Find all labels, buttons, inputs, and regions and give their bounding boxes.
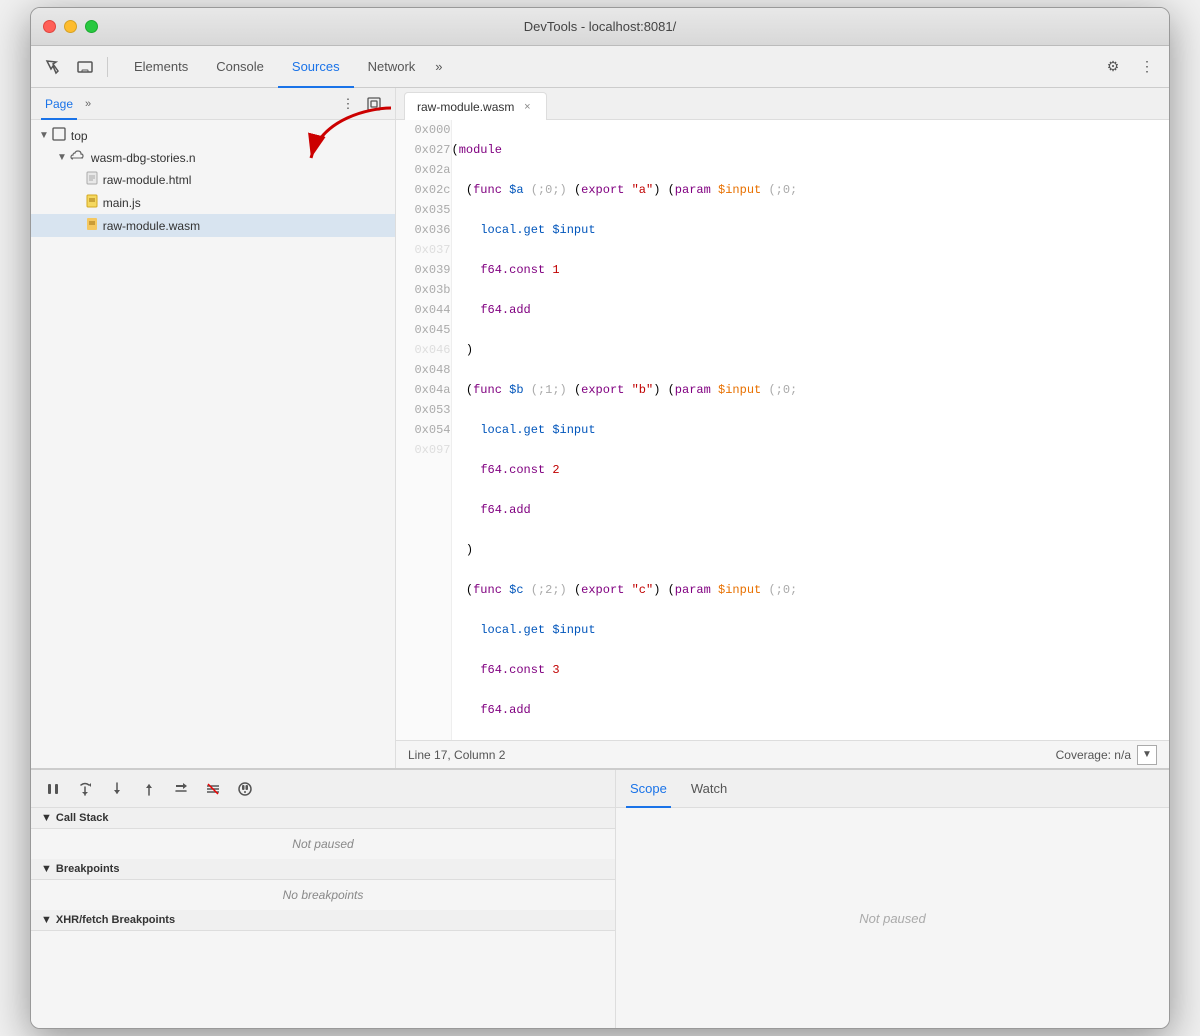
- step-out-button[interactable]: [137, 777, 161, 801]
- editor-tabs: raw-module.wasm ×: [396, 88, 1169, 120]
- debug-toolbar: [31, 770, 615, 808]
- window-title: DevTools - localhost:8081/: [524, 19, 676, 34]
- call-stack-label: Call Stack: [56, 812, 109, 824]
- titlebar: DevTools - localhost:8081/: [31, 8, 1169, 46]
- minimize-button[interactable]: [64, 20, 77, 33]
- main-tabs: Elements Console Sources Network »: [120, 46, 449, 87]
- xhr-breakpoints-header[interactable]: ▼ XHR/fetch Breakpoints: [31, 910, 615, 931]
- coverage-dropdown-button[interactable]: ▼: [1137, 745, 1157, 765]
- pause-on-exceptions-button[interactable]: [233, 777, 257, 801]
- maximize-button[interactable]: [85, 20, 98, 33]
- sidebar: Page » ⋮: [31, 88, 396, 768]
- tree-item-top[interactable]: ▼ top: [31, 124, 395, 147]
- cursor-position: Line 17, Column 2: [408, 748, 505, 762]
- step-into-button[interactable]: [105, 777, 129, 801]
- tab-sources[interactable]: Sources: [278, 47, 354, 88]
- scope-status: Not paused: [859, 911, 926, 926]
- tree-label-raw-html: raw-module.html: [103, 173, 192, 187]
- right-tabs: Scope Watch: [616, 770, 1169, 808]
- inspect-element-button[interactable]: [39, 53, 67, 81]
- coverage-area: Coverage: n/a ▼: [1056, 745, 1157, 765]
- tree-item-raw-html[interactable]: ▶ raw-module.html: [31, 168, 395, 191]
- call-stack-header[interactable]: ▼ Call Stack: [31, 808, 615, 829]
- xhr-breakpoints-label: XHR/fetch Breakpoints: [56, 914, 175, 926]
- step-button[interactable]: [169, 777, 193, 801]
- tab-console[interactable]: Console: [202, 47, 278, 88]
- editor-tab-close-button[interactable]: ×: [520, 100, 534, 114]
- bottom-area: ▼ Call Stack Not paused ▼ Breakpoints No…: [31, 768, 1169, 1028]
- toolbar-divider-1: [107, 57, 108, 77]
- file-tree: ▼ top ▼: [31, 120, 395, 768]
- tree-label-wasm-domain: wasm-dbg-stories.n: [91, 151, 196, 165]
- tab-elements[interactable]: Elements: [120, 47, 202, 88]
- main-toolbar: Elements Console Sources Network » ⚙ ⋮: [31, 46, 1169, 88]
- devtools-window: DevTools - localhost:8081/ Elements Cons…: [30, 7, 1170, 1029]
- code-table: 0x000 0x027 0x02a 0x02c 0x035 0x036 0x03…: [396, 120, 1169, 740]
- coverage-label: Coverage: n/a: [1056, 748, 1131, 762]
- wasm-file-icon: [86, 217, 98, 234]
- js-file-icon: [86, 194, 98, 211]
- main-area: Page » ⋮: [31, 88, 1169, 768]
- sidebar-tab-page[interactable]: Page: [41, 89, 77, 120]
- call-stack-arrow: ▼: [41, 812, 52, 824]
- sync-icon[interactable]: [363, 93, 385, 115]
- frame-icon: [52, 127, 66, 144]
- editor-area: raw-module.wasm × 0x000 0x027 0x02a 0x02…: [396, 88, 1169, 768]
- editor-content[interactable]: 0x000 0x027 0x02a 0x02c 0x035 0x036 0x03…: [396, 120, 1169, 740]
- sidebar-actions: ⋮: [337, 93, 385, 115]
- expand-arrow-top: ▼: [39, 130, 49, 141]
- tree-item-main-js[interactable]: ▶ main.js: [31, 191, 395, 214]
- code-content: (module (func $a (;0;) (export "a") (par…: [451, 120, 1169, 740]
- expand-arrow-wasm: ▼: [57, 152, 67, 163]
- deactivate-breakpoints-button[interactable]: [201, 777, 225, 801]
- tree-label-main-js: main.js: [103, 196, 141, 210]
- device-toolbar-button[interactable]: [71, 53, 99, 81]
- tree-item-raw-wasm[interactable]: ▶ raw-module.wasm: [31, 214, 395, 237]
- tab-network[interactable]: Network: [354, 47, 430, 88]
- call-stack-status: Not paused: [292, 837, 353, 851]
- menu-button[interactable]: ⋮: [1133, 53, 1161, 81]
- xhr-breakpoints-arrow: ▼: [41, 914, 52, 926]
- tab-scope[interactable]: Scope: [626, 771, 671, 808]
- right-panel: Scope Watch Not paused: [616, 770, 1169, 1028]
- breakpoints-status: No breakpoints: [283, 888, 364, 902]
- sidebar-header: Page » ⋮: [31, 88, 395, 120]
- pause-resume-button[interactable]: [41, 777, 65, 801]
- settings-button[interactable]: ⚙: [1099, 53, 1127, 81]
- more-tabs-button[interactable]: »: [429, 59, 448, 74]
- code-row-0: 0x000 0x027 0x02a 0x02c 0x035 0x036 0x03…: [396, 120, 1169, 740]
- sidebar-more-button[interactable]: »: [81, 96, 95, 112]
- tab-watch[interactable]: Watch: [687, 771, 731, 808]
- tree-label-raw-wasm: raw-module.wasm: [103, 219, 200, 233]
- line-number-0: 0x000 0x027 0x02a 0x02c 0x035 0x036 0x03…: [396, 120, 451, 740]
- breakpoints-label: Breakpoints: [56, 863, 120, 875]
- debugger-panel: ▼ Call Stack Not paused ▼ Breakpoints No…: [31, 770, 616, 1028]
- three-dots-icon[interactable]: ⋮: [337, 93, 359, 115]
- tree-label-top: top: [71, 129, 88, 143]
- breakpoints-arrow: ▼: [41, 863, 52, 875]
- breakpoints-header[interactable]: ▼ Breakpoints: [31, 859, 615, 880]
- tree-item-wasm-domain[interactable]: ▼ wasm-dbg-stories.n: [31, 147, 395, 168]
- step-over-button[interactable]: [73, 777, 97, 801]
- toolbar-right: ⚙ ⋮: [1099, 53, 1161, 81]
- traffic-lights: [43, 20, 98, 33]
- right-panel-content: Not paused: [616, 808, 1169, 1028]
- html-file-icon: [86, 171, 98, 188]
- call-stack-content: Not paused: [31, 829, 615, 859]
- editor-footer: Line 17, Column 2 Coverage: n/a ▼: [396, 740, 1169, 768]
- close-button[interactable]: [43, 20, 56, 33]
- cloud-icon: [70, 150, 86, 165]
- editor-tab-wasm[interactable]: raw-module.wasm ×: [404, 92, 547, 120]
- breakpoints-content: No breakpoints: [31, 880, 615, 910]
- editor-tab-filename: raw-module.wasm: [417, 100, 514, 114]
